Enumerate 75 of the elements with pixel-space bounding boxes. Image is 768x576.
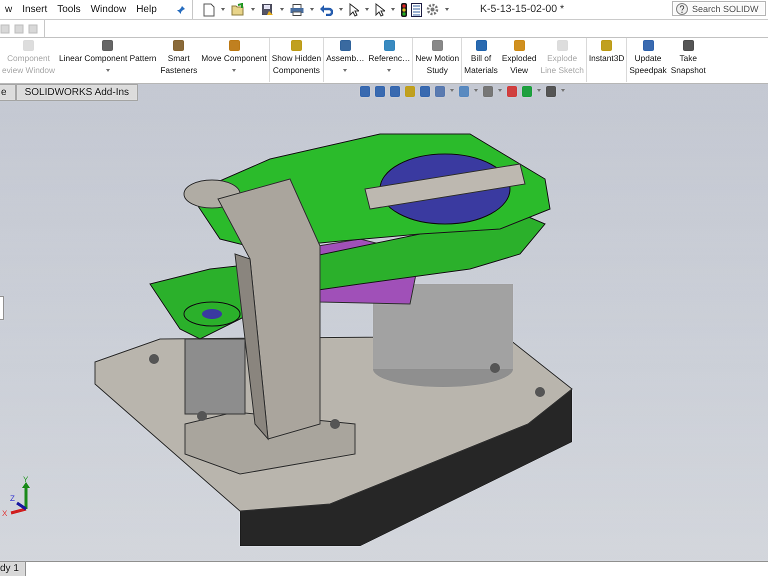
command-icon — [514, 40, 525, 51]
command-icon — [601, 40, 612, 51]
command-icon — [173, 40, 184, 51]
command-icon — [642, 40, 654, 51]
open-folder-icon[interactable] — [230, 3, 245, 16]
command-icon — [432, 40, 443, 51]
gear-icon[interactable] — [426, 3, 439, 16]
command-button[interactable]: Assemb… — [323, 38, 366, 82]
command-button[interactable]: Instant3D — [586, 38, 626, 82]
caret-icon[interactable] — [220, 8, 225, 13]
menu-item[interactable]: Help — [131, 4, 162, 15]
axis-label: X — [2, 509, 8, 518]
command-button[interactable]: Move Component — [199, 38, 269, 82]
window-title: K-5-13-15-02-00 * — [480, 3, 564, 15]
list-icon[interactable] — [410, 2, 422, 16]
caret-icon[interactable] — [250, 8, 255, 13]
tab[interactable]: e — [0, 84, 16, 101]
search-field[interactable]: Search SOLIDW — [672, 1, 766, 16]
caret-icon[interactable] — [310, 8, 314, 13]
command-button[interactable]: Exploded View — [500, 38, 538, 82]
command-icon — [556, 40, 568, 51]
pin-icon[interactable] — [176, 4, 186, 14]
menu-item[interactable]: w — [0, 4, 18, 15]
caret-icon[interactable] — [343, 69, 348, 74]
command-button[interactable]: Referenc… — [366, 38, 412, 82]
command-button[interactable]: Linear Component Pattern — [57, 38, 158, 82]
menu-item[interactable]: Window — [86, 4, 132, 15]
command-icon — [23, 40, 34, 51]
command-icon — [384, 40, 395, 51]
command-button[interactable]: Smart Fasteners — [158, 38, 200, 82]
caret-icon[interactable] — [364, 8, 369, 13]
tab[interactable]: SOLIDWORKS Add-Ins — [16, 84, 138, 101]
command-button[interactable]: Update Speedpak — [626, 38, 669, 82]
command-button[interactable]: Take Snapshot — [668, 38, 708, 82]
command-button[interactable]: Show Hidden Components — [268, 38, 324, 82]
caret-icon[interactable] — [106, 69, 110, 74]
save-icon[interactable] — [260, 3, 274, 16]
undo-icon[interactable] — [320, 4, 333, 16]
panel-handle[interactable] — [0, 296, 4, 320]
command-icon — [228, 40, 240, 51]
caret-icon[interactable] — [474, 89, 478, 94]
print-icon[interactable] — [290, 4, 304, 16]
caret-icon[interactable] — [537, 89, 541, 94]
caret-icon[interactable] — [280, 8, 284, 13]
caret-icon[interactable] — [444, 8, 449, 13]
pointer-icon[interactable] — [374, 2, 385, 16]
caret-icon[interactable] — [387, 69, 392, 74]
view-tool-icon[interactable] — [390, 86, 400, 97]
command-icon — [102, 40, 114, 51]
pointer-icon[interactable] — [348, 2, 359, 16]
view-tool-icon[interactable] — [360, 86, 370, 97]
view-tool-icon[interactable] — [375, 86, 385, 97]
new-document-icon[interactable] — [202, 2, 215, 16]
command-button[interactable]: Bill of Materials — [461, 38, 500, 82]
axis-label: Z — [10, 494, 15, 503]
command-icon — [340, 40, 351, 51]
traffic-light-icon[interactable] — [400, 2, 407, 16]
command-button[interactable]: New Motion Study — [412, 38, 462, 82]
caret-icon[interactable] — [450, 89, 454, 94]
caret-icon[interactable] — [561, 89, 565, 94]
view-tool-icon[interactable] — [420, 86, 430, 97]
caret-icon[interactable] — [232, 69, 236, 74]
axis-label: Y — [23, 475, 28, 484]
axis-triad-icon — [10, 482, 30, 514]
caret-icon[interactable] — [390, 8, 395, 13]
menu-item[interactable]: Insert — [17, 4, 52, 15]
view-tool-icon[interactable] — [546, 86, 556, 97]
menu-item[interactable]: Tools — [52, 4, 86, 15]
tab[interactable]: dy 1 — [0, 562, 26, 576]
help-icon[interactable] — [676, 2, 688, 14]
caret-icon[interactable] — [498, 89, 502, 94]
command-icon — [682, 40, 694, 51]
caret-icon[interactable] — [338, 8, 343, 13]
command-icon — [476, 40, 486, 51]
command-icon — [290, 40, 302, 51]
